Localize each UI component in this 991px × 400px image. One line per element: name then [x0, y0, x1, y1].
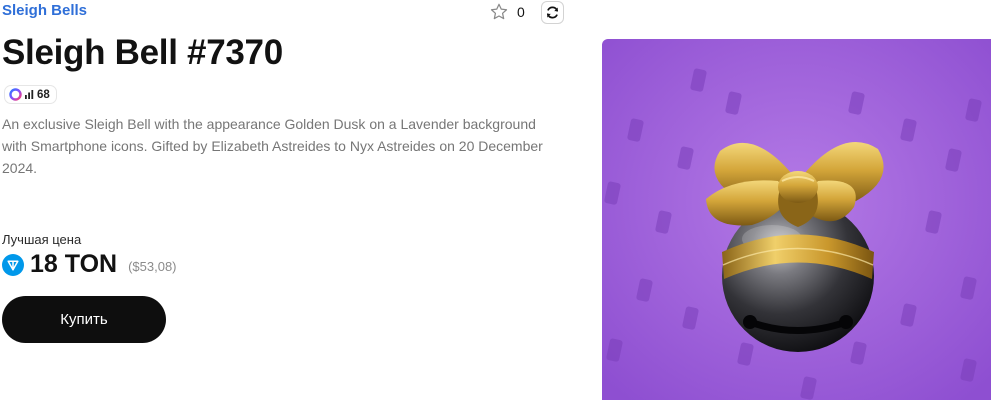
favorite-count: 0	[517, 4, 525, 20]
refresh-button[interactable]	[541, 1, 564, 24]
rarity-badge[interactable]: 68	[4, 85, 57, 104]
collection-link[interactable]: Sleigh Bells	[2, 2, 87, 19]
item-title: Sleigh Bell #7370	[2, 33, 283, 72]
rarity-value: 68	[37, 88, 50, 101]
best-price-label: Лучшая цена	[2, 232, 82, 247]
item-header-bar: Sleigh Bells 0	[2, 0, 570, 26]
item-description: An exclusive Sleigh Bell with the appear…	[2, 116, 543, 176]
nft-detail-page: Sleigh Bells 0 Sleigh Bell #7370 68 An e…	[0, 0, 991, 400]
nft-image	[602, 39, 991, 400]
star-outline-icon	[490, 3, 508, 20]
ton-icon	[2, 253, 24, 276]
buy-button[interactable]: Купить	[2, 296, 166, 343]
platform-logo-icon	[9, 88, 22, 101]
refresh-icon	[546, 6, 559, 19]
price-usd: ($53,08)	[128, 259, 177, 274]
item-info-panel: Sleigh Bells 0 Sleigh Bell #7370 68 An e…	[2, 0, 572, 343]
price-amount: 18 TON	[30, 250, 118, 278]
signal-bars-icon	[25, 90, 34, 99]
favorite-button[interactable]: 0	[489, 2, 525, 22]
price-row: 18 TON ($53,08)	[2, 250, 177, 279]
